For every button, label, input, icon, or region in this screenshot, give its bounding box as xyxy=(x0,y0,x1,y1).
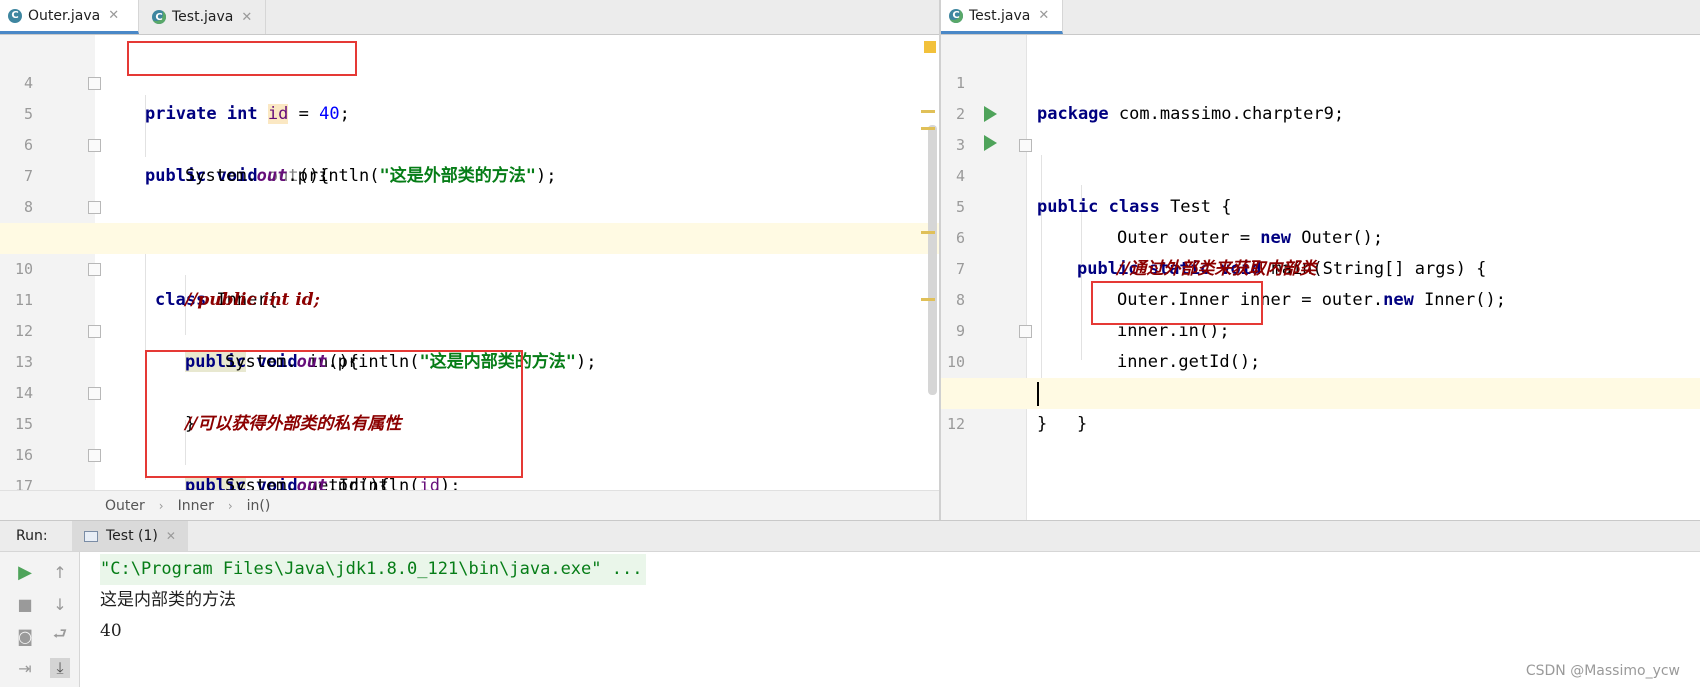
code-line: 4 public static void main(String[] args)… xyxy=(941,130,1700,279)
close-icon[interactable]: ✕ xyxy=(166,529,176,543)
code-line: 15 public void getId(){ xyxy=(0,378,939,490)
code-fragment: .println( xyxy=(327,476,420,490)
code-line: 8 xyxy=(0,161,939,216)
breadcrumb-item[interactable]: in() xyxy=(247,498,271,514)
code-text: } xyxy=(1037,414,1048,434)
fold-end-icon[interactable] xyxy=(1019,325,1032,338)
login-icon[interactable]: ⇥ xyxy=(15,658,35,678)
code-line: 4 private int id = 40; xyxy=(0,37,939,124)
chevron-right-icon: › xyxy=(158,498,164,513)
code-line: 7 } xyxy=(0,130,939,248)
scroll-marker[interactable] xyxy=(921,127,935,130)
code-fragment: ); xyxy=(439,476,461,490)
scroll-to-end-icon[interactable]: ⤓ xyxy=(50,658,70,678)
stop-icon[interactable]: ■ xyxy=(15,594,35,614)
chevron-right-icon: › xyxy=(227,498,233,513)
tab-label: Test.java xyxy=(172,9,234,25)
console-icon xyxy=(84,530,98,542)
code-line: 6 //通过外部类来获取内部类 xyxy=(941,192,1700,279)
code-line: 13 } xyxy=(0,316,939,434)
code-line: 3 public class Test { xyxy=(941,99,1700,217)
code-line: 11 } xyxy=(941,347,1700,434)
fold-end-icon[interactable] xyxy=(88,325,101,338)
static-field: out xyxy=(296,476,328,490)
tab-label: Test.java xyxy=(969,7,1031,24)
code-line: 9 class Inner{ xyxy=(0,192,939,310)
code-line: 10 } xyxy=(941,316,1700,434)
code-line-current: 10 //public int id; xyxy=(0,223,939,310)
warning-indicator-icon[interactable] xyxy=(924,41,936,53)
code-line: 16 System.out.println(id); xyxy=(0,409,939,490)
rerun-icon[interactable]: ▶ xyxy=(15,562,35,583)
code-line: 11 public void in(){ xyxy=(0,254,939,372)
scroll-marker[interactable] xyxy=(921,110,935,113)
fold-icon[interactable] xyxy=(88,387,101,400)
tab-test-java[interactable]: C Test.java ✕ xyxy=(144,0,266,34)
tab-outer-java[interactable]: C Outer.java ✕ xyxy=(0,0,139,34)
code-line: 7 Outer.Inner inner = outer.new Inner(); xyxy=(941,223,1700,310)
code-line: 1 package com.massimo.charpter9; xyxy=(941,37,1700,124)
breadcrumb: Outer › Inner › in() xyxy=(0,490,939,520)
fold-icon[interactable] xyxy=(88,263,101,276)
console-output-line: 40 xyxy=(100,621,122,641)
watermark: CSDN @Massimo_ycw xyxy=(1525,663,1680,679)
code-line: 5 Outer outer = new Outer(); xyxy=(941,161,1700,248)
up-arrow-icon[interactable]: ↑ xyxy=(50,562,70,582)
test-java-editor[interactable]: 1 package com.massimo.charpter9; 2 3 pub… xyxy=(941,35,1700,522)
outer-java-editor[interactable]: 4 private int id = 40; 5 public void out… xyxy=(0,35,939,490)
code-text: } xyxy=(1077,414,1088,434)
fold-end-icon[interactable] xyxy=(88,139,101,152)
test-class-icon: C xyxy=(152,10,166,24)
code-line: 9 inner.getId(); xyxy=(941,285,1700,372)
down-arrow-icon[interactable]: ↓ xyxy=(50,594,70,614)
run-toolbar: ▶ ↑ ■ ↓ ◙ ⮐ ⇥ ⤓ xyxy=(0,552,80,687)
tab-label: Outer.java xyxy=(28,7,101,24)
fold-icon[interactable] xyxy=(88,77,101,90)
run-label: Run: xyxy=(16,528,48,544)
close-icon[interactable]: ✕ xyxy=(108,8,119,23)
scroll-marker[interactable] xyxy=(921,298,935,301)
run-panel-header: Run: Test (1) ✕ xyxy=(0,520,1700,552)
fold-end-icon[interactable] xyxy=(88,449,101,462)
code-line: 6 System.out.println("这是外部类的方法"); xyxy=(0,99,939,186)
close-icon[interactable]: ✕ xyxy=(1038,8,1049,23)
scroll-marker[interactable] xyxy=(921,231,935,234)
code-text: System.out.println(id); xyxy=(225,471,460,490)
run-class-icon[interactable] xyxy=(984,106,997,122)
line-number: 17 xyxy=(14,477,33,490)
fold-icon[interactable] xyxy=(88,201,101,214)
left-tab-bar: C Outer.java ✕ C Test.java ✕ xyxy=(0,0,939,35)
run-tab[interactable]: Test (1) ✕ xyxy=(72,521,188,551)
breadcrumb-item[interactable]: Outer xyxy=(105,498,145,514)
test-class-icon: C xyxy=(949,8,963,23)
fold-icon[interactable] xyxy=(1019,139,1032,152)
code-line: 14 //可以获得外部类的私有属性 xyxy=(0,347,939,434)
code-line: 8 inner.in(); xyxy=(941,254,1700,341)
code-fragment: System. xyxy=(225,476,297,490)
close-icon[interactable]: ✕ xyxy=(241,10,252,25)
run-main-icon[interactable] xyxy=(984,135,997,151)
class-icon: C xyxy=(8,8,22,23)
soft-wrap-icon[interactable]: ⮐ xyxy=(50,624,70,646)
code-line: 5 public void out(){ xyxy=(0,68,939,186)
run-tab-label: Test (1) xyxy=(106,528,158,544)
right-tab-bar: C Test.java ✕ xyxy=(941,0,1700,35)
code-line-current: 12 xyxy=(941,378,1700,433)
code-line: 17 } xyxy=(0,440,939,490)
console-command-line: "C:\Program Files\Java\jdk1.8.0_121\bin\… xyxy=(100,554,647,585)
camera-icon[interactable]: ◙ xyxy=(15,626,35,646)
text-cursor xyxy=(1037,382,1039,406)
field-name: id xyxy=(419,476,440,490)
line-number: 12 xyxy=(946,415,965,433)
console-output-line: 这是内部类的方法 xyxy=(100,590,236,610)
code-line: 2 xyxy=(941,68,1700,123)
code-line: 12 System.out.println("这是内部类的方法"); xyxy=(0,285,939,372)
vertical-scrollbar[interactable] xyxy=(928,125,937,395)
console-output[interactable]: "C:\Program Files\Java\jdk1.8.0_121\bin\… xyxy=(80,552,1700,687)
breadcrumb-item[interactable]: Inner xyxy=(178,498,214,514)
tab-test-java-right[interactable]: C Test.java ✕ xyxy=(941,0,1063,34)
